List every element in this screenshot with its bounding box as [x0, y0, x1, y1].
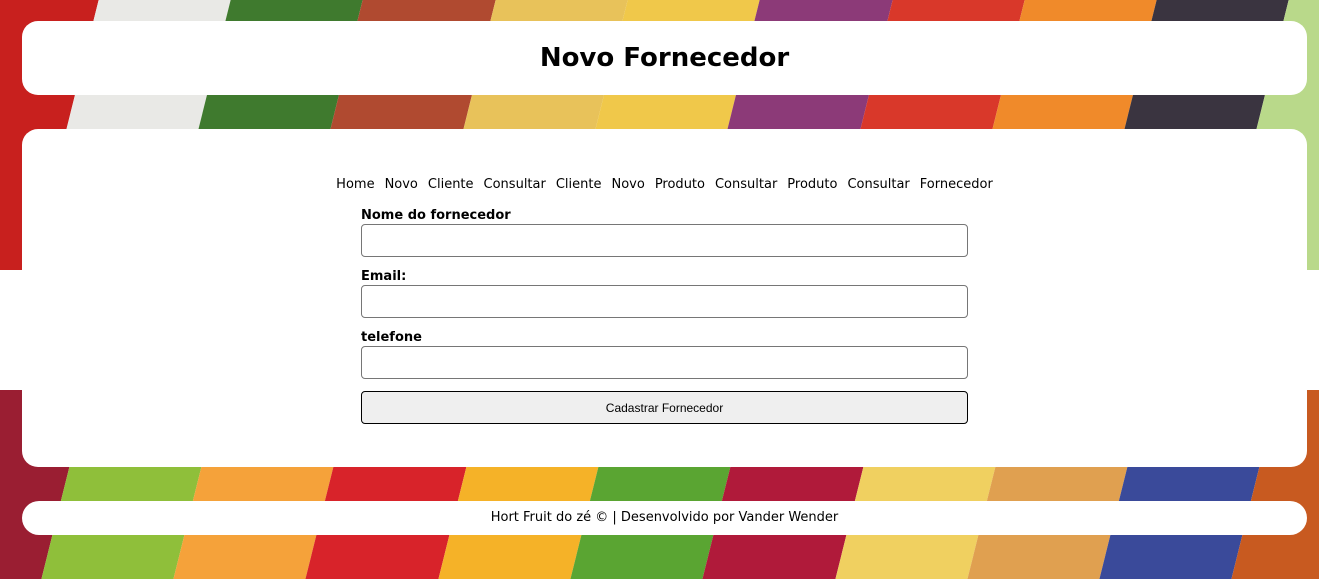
supplier-form: Nome do fornecedor Email: telefone Cadas… — [361, 208, 968, 424]
nav-link-consultar-produto-2[interactable]: Produto — [787, 177, 837, 192]
nav-link-novo-cliente-2[interactable]: Cliente — [428, 177, 474, 192]
supplier-name-label: Nome do fornecedor — [361, 208, 511, 223]
nav-link-consultar-cliente-1[interactable]: Consultar — [484, 177, 546, 192]
phone-label: telefone — [361, 330, 422, 345]
nav-link-consultar-fornecedor-1[interactable]: Consultar — [847, 177, 909, 192]
header-card: Novo Fornecedor — [22, 21, 1307, 95]
footer-credits: Hort Fruit do zé © | Desenvolvido por Va… — [490, 510, 839, 525]
email-label: Email: — [361, 269, 407, 284]
main-card: Home Novo Cliente Consultar Cliente Novo… — [22, 129, 1307, 467]
nav-link-consultar-produto-1[interactable]: Consultar — [715, 177, 777, 192]
nav-link-consultar-cliente-2[interactable]: Cliente — [556, 177, 602, 192]
page-title: Novo Fornecedor — [539, 43, 790, 73]
footer-card: Hort Fruit do zé © | Desenvolvido por Va… — [22, 501, 1307, 535]
nav-link-novo-produto-1[interactable]: Novo — [611, 177, 644, 192]
register-supplier-button[interactable]: Cadastrar Fornecedor — [361, 391, 968, 424]
top-nav: Home Novo Cliente Consultar Cliente Novo… — [22, 177, 1307, 192]
email-input[interactable] — [361, 285, 968, 318]
nav-link-home[interactable]: Home — [336, 177, 374, 192]
nav-link-novo-cliente-1[interactable]: Novo — [385, 177, 418, 192]
phone-input[interactable] — [361, 346, 968, 379]
nav-link-novo-produto-2[interactable]: Produto — [655, 177, 705, 192]
nav-link-consultar-fornecedor-2[interactable]: Fornecedor — [920, 177, 993, 192]
supplier-name-input[interactable] — [361, 224, 968, 257]
